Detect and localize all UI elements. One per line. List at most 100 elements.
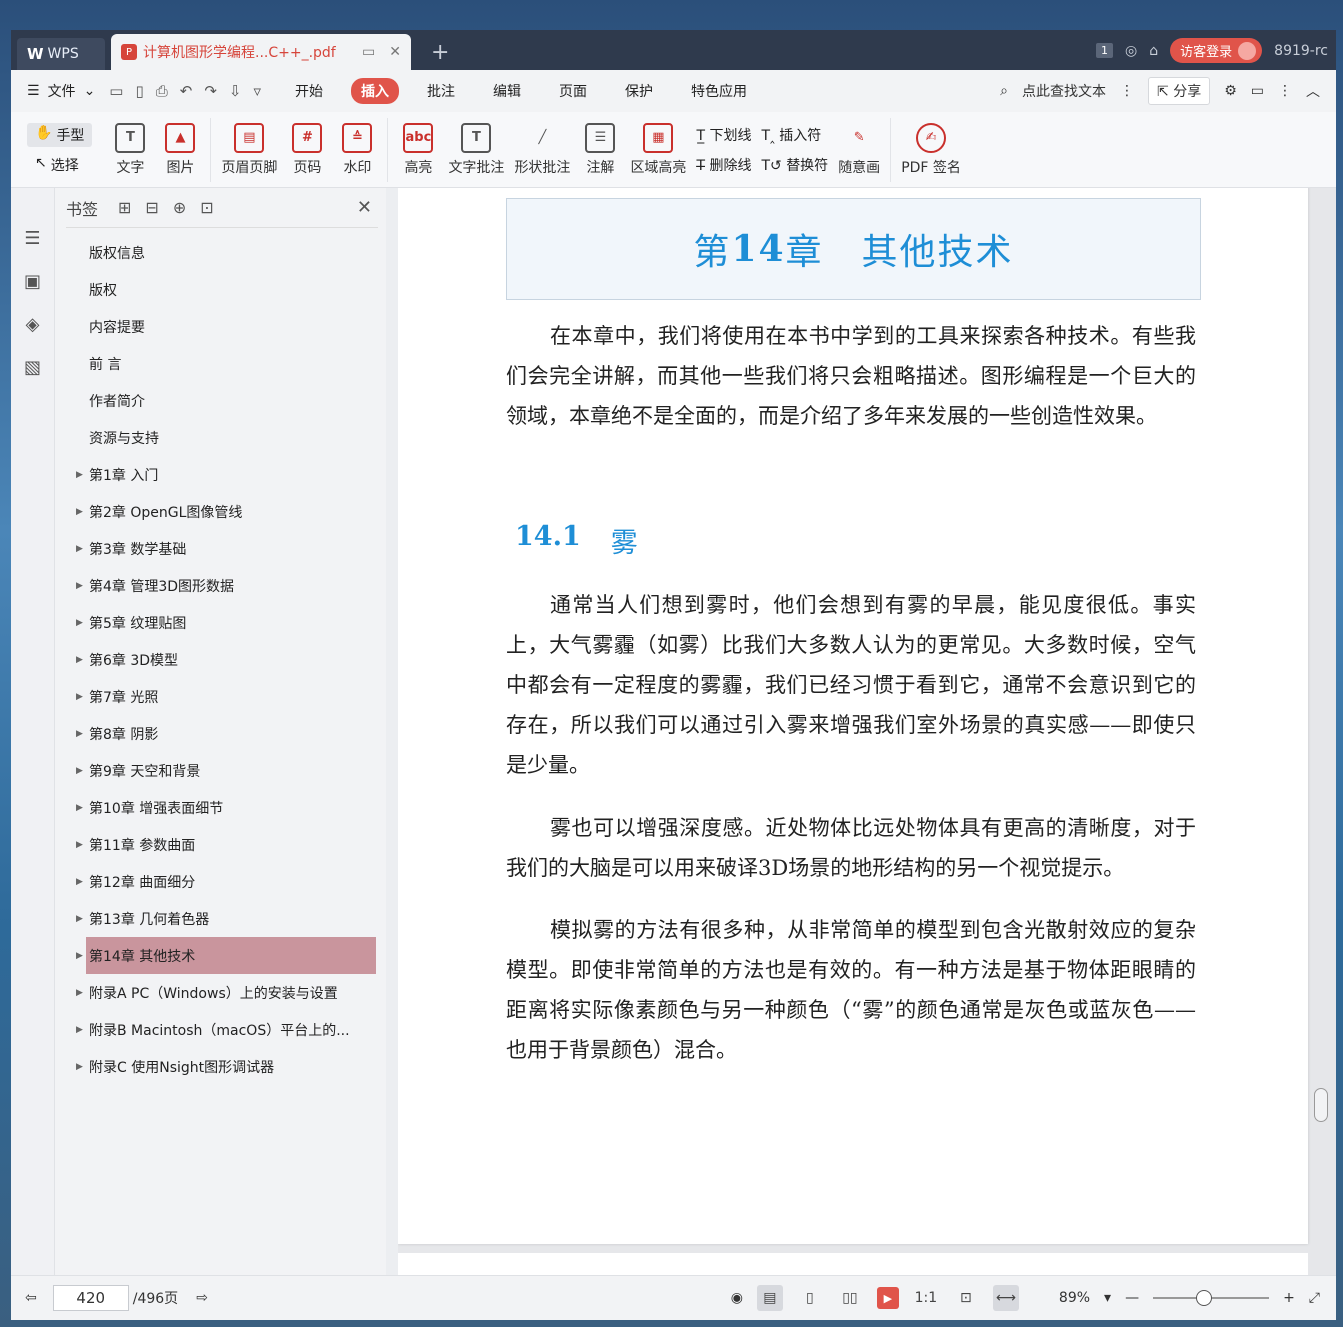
window-count-badge[interactable]: 1: [1096, 43, 1114, 58]
bookmark-item[interactable]: ▶ 第7章 光照: [66, 678, 378, 715]
annotation-button[interactable]: ☰ 注解: [580, 122, 620, 177]
settings-icon[interactable]: ⚙: [1224, 83, 1237, 99]
bookmark-item[interactable]: 前 言: [66, 345, 378, 382]
bookmark-item[interactable]: 版权信息: [66, 234, 378, 271]
insert-char-button[interactable]: T‸ 插入符: [761, 125, 828, 145]
skin-icon[interactable]: ⌂: [1149, 43, 1158, 59]
expand-caret-icon[interactable]: ▶: [76, 544, 83, 554]
expand-caret-icon[interactable]: ▶: [76, 470, 83, 480]
expand-caret-icon[interactable]: ▶: [76, 951, 83, 961]
search-text-field[interactable]: 点此查找文本: [1022, 81, 1106, 101]
hamburger-menu-icon[interactable]: ☰: [27, 83, 40, 99]
zoom-out-icon[interactable]: —: [1125, 1290, 1139, 1306]
area-highlight-button[interactable]: ▦ 区域高亮: [630, 122, 686, 177]
bookmark-item[interactable]: 版权: [66, 271, 378, 308]
single-page-icon[interactable]: ▯: [797, 1285, 823, 1311]
add-bookmark-icon[interactable]: ⊕: [173, 198, 186, 217]
expand-caret-icon[interactable]: ▶: [76, 581, 83, 591]
fit-width-icon[interactable]: ⟷: [992, 1285, 1019, 1311]
chat-icon[interactable]: ▭: [1251, 83, 1264, 99]
tab-document[interactable]: P 计算机图形学编程...C++_.pdf ▭ ✕: [111, 34, 411, 70]
signature-panel-icon[interactable]: ▧: [24, 357, 41, 378]
save-icon[interactable]: ▯: [135, 82, 143, 100]
text-comment-button[interactable]: T 文字批注: [448, 122, 504, 177]
zoom-slider-knob[interactable]: [1196, 1290, 1213, 1306]
bookmark-item[interactable]: ▶ 第6章 3D模型: [66, 641, 378, 678]
bookmark-item[interactable]: 资源与支持: [66, 419, 378, 456]
watermark-button[interactable]: ≙ 水印: [337, 122, 377, 177]
header-footer-button[interactable]: ▤ 页眉页脚: [221, 122, 277, 177]
bookmark-item[interactable]: ▶ 第13章 几何着色器: [66, 900, 378, 937]
freehand-button[interactable]: ✎ 随意画: [838, 123, 880, 177]
bookmark-item[interactable]: ▶ 第3章 数学基础: [66, 530, 378, 567]
expand-caret-icon[interactable]: ▶: [76, 729, 83, 739]
bookmark-item[interactable]: ▶ 第4章 管理3D图形数据: [66, 567, 378, 604]
zoom-dropdown-icon[interactable]: ▾: [1104, 1290, 1111, 1306]
expand-caret-icon[interactable]: ▶: [76, 914, 83, 924]
bookmark-item[interactable]: ▶ 第8章 阴影: [66, 715, 378, 752]
replace-char-button[interactable]: T↺ 替换符: [761, 155, 828, 175]
close-tab-icon[interactable]: ✕: [389, 44, 401, 60]
chevron-down-icon[interactable]: ⌄: [84, 83, 96, 99]
file-menu[interactable]: 文件: [48, 81, 76, 101]
export-icon[interactable]: ⇩: [229, 82, 242, 100]
select-tool-button[interactable]: ↖ 选择: [27, 153, 92, 177]
page-number-button[interactable]: # 页码: [287, 122, 327, 177]
text-button[interactable]: T 文字: [110, 122, 150, 177]
thumbnail-icon[interactable]: ▣: [24, 271, 41, 292]
tab-protect[interactable]: 保护: [615, 78, 663, 104]
play-icon[interactable]: ▶: [876, 1287, 899, 1309]
eye-protection-icon[interactable]: ◉: [731, 1290, 743, 1306]
pdf-sign-button[interactable]: ✍ PDF 签名: [901, 122, 961, 177]
bookmark-item[interactable]: ▶ 第5章 纹理贴图: [66, 604, 378, 641]
next-page-icon[interactable]: ⇨: [196, 1290, 208, 1306]
fullscreen-icon[interactable]: ⤢: [1309, 1290, 1320, 1306]
bookmark-item[interactable]: ▶ 第10章 增强表面细节: [66, 789, 378, 826]
close-panel-icon[interactable]: ✕: [357, 197, 372, 218]
print-icon[interactable]: ⎙: [156, 82, 168, 100]
new-tab-button[interactable]: +: [431, 40, 449, 65]
bookmark-item[interactable]: 作者简介: [66, 382, 378, 419]
bookmark-item[interactable]: ▶ 附录A PC（Windows）上的安装与设置: [66, 974, 378, 1011]
more-options-icon[interactable]: ⋮: [1120, 83, 1134, 99]
expand-caret-icon[interactable]: ▶: [76, 618, 83, 628]
actual-size-icon[interactable]: 1:1: [913, 1285, 939, 1311]
sync-icon[interactable]: ◎: [1125, 43, 1137, 59]
bookmark-item[interactable]: ▶ 第14章 其他技术: [76, 937, 376, 974]
tab-wps-home[interactable]: W WPS: [17, 38, 105, 70]
two-page-icon[interactable]: ▯▯: [837, 1285, 863, 1311]
open-folder-icon[interactable]: ▭: [109, 82, 123, 100]
bookmark-item[interactable]: ▶ 第9章 天空和背景: [66, 752, 378, 789]
tab-page[interactable]: 页面: [549, 78, 597, 104]
expand-caret-icon[interactable]: ▶: [76, 766, 83, 776]
expand-caret-icon[interactable]: ▶: [76, 988, 83, 998]
expand-caret-icon[interactable]: ▶: [76, 692, 83, 702]
menu-more-icon[interactable]: ⋮: [1278, 83, 1292, 99]
strikethrough-button[interactable]: T̶ 删除线: [696, 155, 751, 175]
collapse-ribbon-icon[interactable]: ︿: [1306, 81, 1320, 101]
expand-caret-icon[interactable]: ▶: [76, 877, 83, 887]
login-button[interactable]: 访客登录: [1170, 38, 1263, 63]
zoom-level[interactable]: 89%: [1059, 1290, 1090, 1306]
expand-caret-icon[interactable]: ▶: [76, 655, 83, 665]
search-icon[interactable]: ⌕: [1000, 83, 1008, 99]
zoom-in-icon[interactable]: +: [1283, 1290, 1295, 1306]
tab-special[interactable]: 特色应用: [681, 78, 757, 104]
annotation-panel-icon[interactable]: ◈: [26, 314, 40, 335]
tab-insert[interactable]: 插入: [351, 78, 400, 104]
bookmark-item[interactable]: ▶ 附录B Macintosh（macOS）平台上的...: [66, 1011, 378, 1048]
tab-comment[interactable]: 批注: [417, 78, 465, 104]
vertical-scrollbar-thumb[interactable]: [1314, 1088, 1328, 1122]
bookmark-options-icon[interactable]: ⊡: [200, 198, 213, 217]
expand-caret-icon[interactable]: ▶: [76, 1025, 83, 1035]
more-icon[interactable]: ▿: [254, 82, 262, 100]
expand-caret-icon[interactable]: ▶: [76, 507, 83, 517]
share-button[interactable]: ⇱ 分享: [1148, 77, 1211, 105]
page-number-input[interactable]: 420: [52, 1285, 129, 1311]
undo-icon[interactable]: ↶: [180, 82, 193, 100]
prev-page-icon[interactable]: ⇦: [25, 1290, 37, 1306]
bookmark-item[interactable]: ▶ 第1章 入门: [66, 456, 378, 493]
bookmark-item[interactable]: ▶ 附录C 使用Nsight图形调试器: [66, 1048, 378, 1085]
tab-edit[interactable]: 编辑: [483, 78, 531, 104]
expand-caret-icon[interactable]: ▶: [76, 803, 83, 813]
